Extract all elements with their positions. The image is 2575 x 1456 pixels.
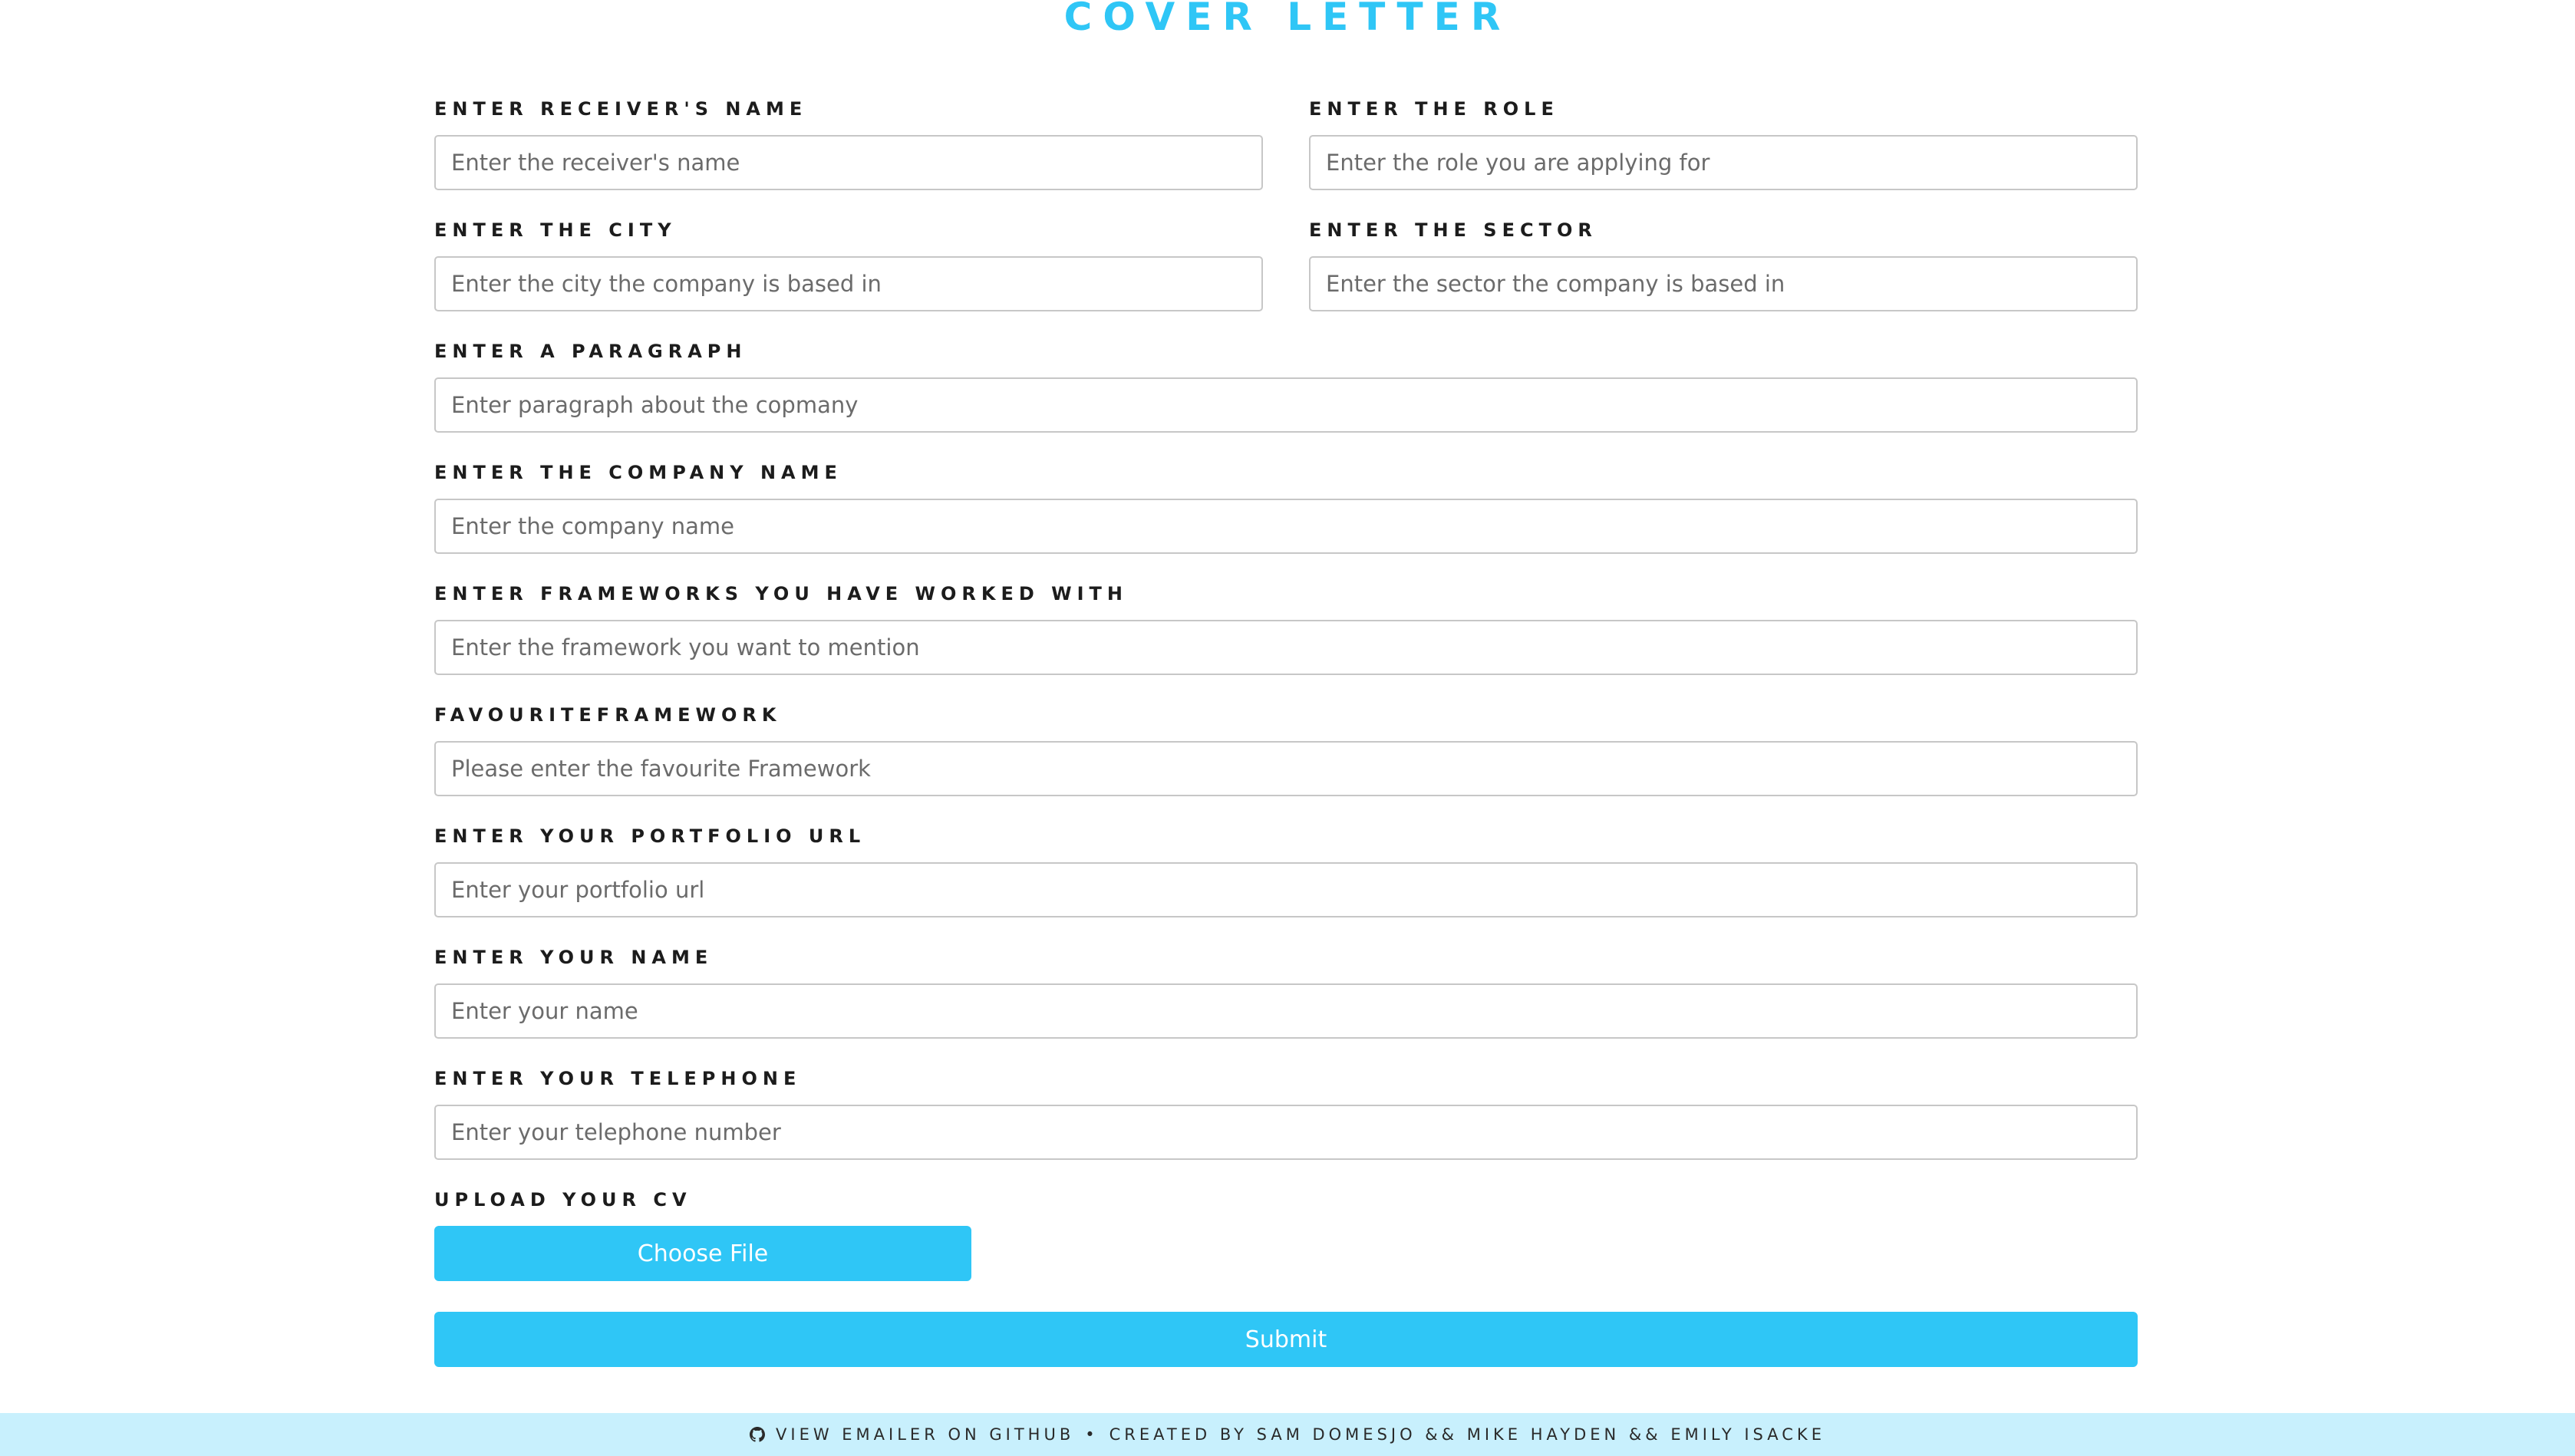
- telephone-label: ENTER YOUR TELEPHONE: [434, 1068, 802, 1089]
- your-name-input[interactable]: [434, 983, 2138, 1039]
- city-label: ENTER THE CITY: [434, 219, 677, 241]
- favourite-framework-label: FAVOURITEFRAMEWORK: [434, 704, 782, 726]
- favourite-framework-input[interactable]: [434, 741, 2138, 796]
- receiver-name-input[interactable]: [434, 135, 1263, 190]
- portfolio-url-input[interactable]: [434, 862, 2138, 917]
- frameworks-label: ENTER FRAMEWORKS YOU HAVE WORKED WITH: [434, 583, 1129, 604]
- footer-credits: CREATED BY SAM DOMESJO && MIKE HAYDEN &&…: [1109, 1425, 1825, 1444]
- role-label: ENTER THE ROLE: [1309, 98, 1559, 120]
- page: COVER LETTER ENTER RECEIVER'S NAME ENTER…: [0, 0, 2575, 1456]
- company-name-input[interactable]: [434, 499, 2138, 554]
- frameworks-input[interactable]: [434, 620, 2138, 675]
- your-name-label: ENTER YOUR NAME: [434, 947, 714, 968]
- footer-separator: •: [1085, 1425, 1099, 1444]
- paragraph-input[interactable]: [434, 377, 2138, 433]
- choose-file-button[interactable]: Choose File: [434, 1226, 971, 1281]
- cv-upload-label: UPLOAD YOUR CV: [434, 1189, 692, 1211]
- submit-button[interactable]: Submit: [434, 1312, 2138, 1367]
- sector-input[interactable]: [1309, 256, 2138, 311]
- company-name-label: ENTER THE COMPANY NAME: [434, 462, 842, 483]
- city-input[interactable]: [434, 256, 1263, 311]
- sector-label: ENTER THE SECTOR: [1309, 219, 1597, 241]
- github-link[interactable]: VIEW EMAILER ON GITHUB: [776, 1425, 1074, 1444]
- portfolio-url-label: ENTER YOUR PORTFOLIO URL: [434, 825, 866, 847]
- page-title: COVER LETTER: [1063, 0, 1512, 39]
- role-input[interactable]: [1309, 135, 2138, 190]
- paragraph-label: ENTER A PARAGRAPH: [434, 341, 747, 362]
- github-icon: [750, 1427, 766, 1442]
- telephone-input[interactable]: [434, 1105, 2138, 1160]
- receiver-name-label: ENTER RECEIVER'S NAME: [434, 98, 808, 120]
- footer: VIEW EMAILER ON GITHUB • CREATED BY SAM …: [0, 1413, 2575, 1456]
